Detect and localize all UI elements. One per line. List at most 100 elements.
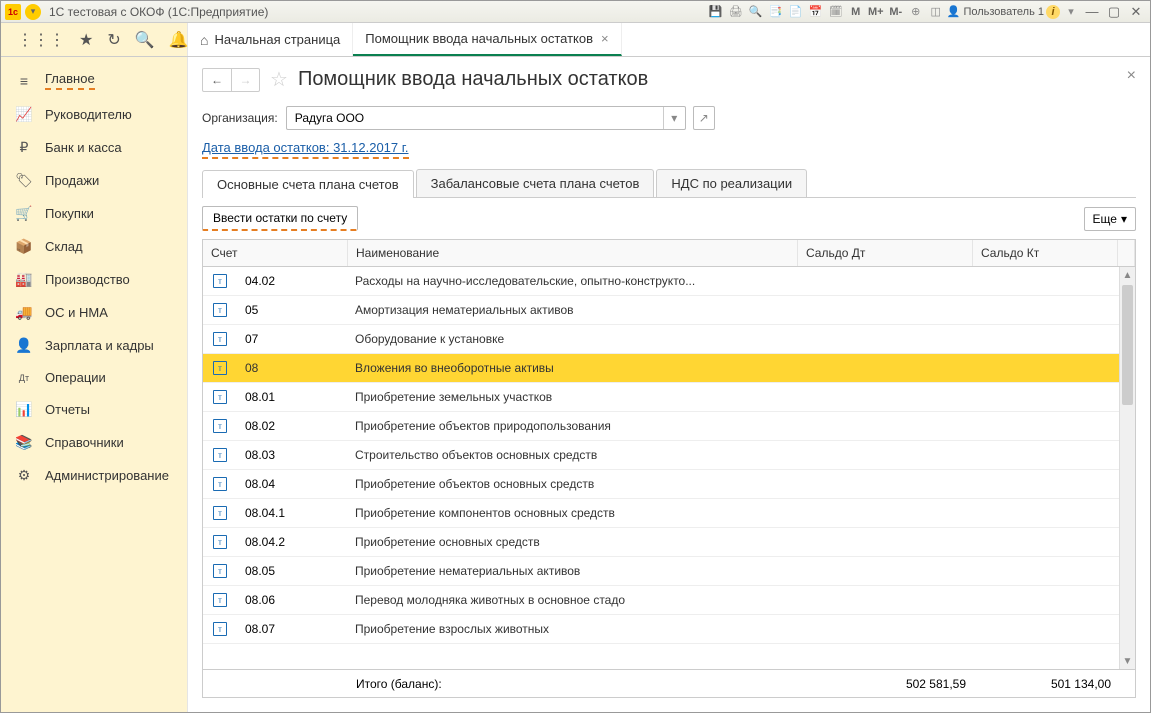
table-row[interactable]: т04.02Расходы на научно-исследовательски… — [203, 267, 1135, 296]
th-saldo-kt[interactable]: Сальдо Кт — [973, 240, 1118, 266]
info-dropdown[interactable]: ▾ — [1062, 4, 1080, 20]
m-minus-button[interactable]: M- — [887, 4, 905, 20]
scroll-up-button[interactable]: ▲ — [1120, 267, 1135, 283]
th-scroll-spacer — [1118, 240, 1135, 266]
quick-access-bar: ⋮⋮⋮ ★ ↻ 🔍 🔔 — [1, 23, 188, 56]
account-icon: т — [213, 622, 227, 636]
table-row[interactable]: т08.04Приобретение объектов основных сре… — [203, 470, 1135, 499]
cell-account: 08.01 — [237, 390, 347, 404]
org-dropdown-button[interactable]: ▾ — [663, 107, 685, 129]
account-icon: т — [213, 332, 227, 346]
th-name[interactable]: Наименование — [348, 240, 798, 266]
enter-balances-button[interactable]: Ввести остатки по счету — [202, 206, 358, 231]
panels-icon[interactable]: ◫ — [927, 4, 945, 20]
favorite-star-icon[interactable]: ☆ — [270, 67, 288, 92]
inner-tab-offbalance[interactable]: Забалансовые счета плана счетов — [416, 169, 655, 197]
scrollbar[interactable]: ▲ ▼ — [1119, 267, 1135, 669]
sidebar-item-warehouse[interactable]: 📦 Склад — [1, 230, 187, 263]
table-row[interactable]: т08.02Приобретение объектов природопольз… — [203, 412, 1135, 441]
sidebar-item-purchases[interactable]: 🛒 Покупки — [1, 197, 187, 230]
table-row[interactable]: т08.01Приобретение земельных участков — [203, 383, 1135, 412]
scroll-thumb[interactable] — [1122, 285, 1133, 405]
table-row[interactable]: т08Вложения во внеоборотные активы — [203, 354, 1135, 383]
sidebar-label: Склад — [45, 239, 83, 254]
table-row[interactable]: т08.05Приобретение нематериальных активо… — [203, 557, 1135, 586]
tab-assistant[interactable]: Помощник ввода начальных остатков × — [353, 23, 621, 56]
compare-icon[interactable]: 📑 — [767, 4, 785, 20]
th-account[interactable]: Счет — [203, 240, 348, 266]
search-icon[interactable]: 🔍 — [135, 30, 155, 50]
tab-close-icon[interactable]: × — [601, 31, 609, 46]
table-row[interactable]: т08.07Приобретение взрослых животных — [203, 615, 1135, 644]
sidebar-label: Администрирование — [45, 468, 169, 483]
table-row[interactable]: т08.04.1Приобретение компонентов основны… — [203, 499, 1135, 528]
sidebar-item-reports[interactable]: 📊 Отчеты — [1, 393, 187, 426]
cell-account: 08.04 — [237, 477, 347, 491]
person-icon: 👤 — [15, 337, 33, 354]
org-select[interactable]: Радуга ООО ▾ — [286, 106, 686, 130]
m-plus-button[interactable]: M+ — [867, 4, 885, 20]
grid-calendar-icon[interactable]: 🗓 — [827, 4, 845, 20]
calendar-icon[interactable]: 📅 — [807, 4, 825, 20]
sidebar-item-admin[interactable]: ⚙ Администрирование — [1, 459, 187, 492]
content-area: × ← → ☆ Помощник ввода начальных остатко… — [188, 57, 1150, 712]
nav-back-button[interactable]: ← — [203, 69, 231, 91]
balance-date-link[interactable]: Дата ввода остатков: 31.12.2017 г. — [202, 140, 409, 159]
minimize-button[interactable]: — — [1082, 4, 1102, 19]
scroll-down-button[interactable]: ▼ — [1120, 653, 1135, 669]
cell-account: 08.03 — [237, 448, 347, 462]
sidebar-label: Продажи — [45, 173, 99, 188]
print-icon[interactable]: 🖨 — [727, 4, 745, 20]
sidebar-item-production[interactable]: 🏭 Производство — [1, 263, 187, 296]
sidebar-label: Операции — [45, 370, 106, 385]
sidebar-item-assets[interactable]: 🚚 ОС и НМА — [1, 296, 187, 329]
account-icon: т — [213, 506, 227, 520]
favorites-icon[interactable]: ★ — [79, 30, 93, 50]
footer-saldo-dt: 502 581,59 — [799, 677, 974, 691]
sidebar-item-main[interactable]: ≡ Главное — [1, 63, 187, 98]
sidebar-item-hr[interactable]: 👤 Зарплата и кадры — [1, 329, 187, 362]
inner-tab-main-accounts[interactable]: Основные счета плана счетов — [202, 170, 414, 198]
close-window-button[interactable]: ✕ — [1126, 4, 1146, 20]
th-saldo-dt[interactable]: Сальдо Дт — [798, 240, 973, 266]
save-icon[interactable]: 💾 — [707, 4, 725, 20]
cell-account: 07 — [237, 332, 347, 346]
cell-name: Оборудование к установке — [347, 332, 799, 346]
truck-icon: 🚚 — [15, 304, 33, 321]
more-button[interactable]: Еще ▾ — [1084, 207, 1136, 231]
apps-icon[interactable]: ⋮⋮⋮ — [17, 30, 65, 50]
preview-icon[interactable]: 🔍 — [747, 4, 765, 20]
history-icon[interactable]: ↻ — [107, 30, 120, 50]
sidebar-item-manager[interactable]: 📈 Руководителю — [1, 98, 187, 131]
org-open-button[interactable]: ↗ — [693, 106, 715, 130]
table-row[interactable]: т08.03Строительство объектов основных ср… — [203, 441, 1135, 470]
info-icon[interactable]: i — [1046, 5, 1060, 19]
notifications-icon[interactable]: 🔔 — [169, 30, 189, 50]
sidebar-item-sales[interactable]: 🏷 Продажи — [1, 164, 187, 197]
reports-icon: 📊 — [15, 401, 33, 418]
inner-tab-vat[interactable]: НДС по реализации — [656, 169, 807, 197]
user-indicator[interactable]: 👤 Пользователь 1 — [947, 5, 1044, 18]
cell-name: Амортизация нематериальных активов — [347, 303, 799, 317]
maximize-button[interactable]: ▢ — [1104, 4, 1124, 20]
table-row[interactable]: т05Амортизация нематериальных активов — [203, 296, 1135, 325]
nav-arrows: ← → — [202, 68, 260, 92]
table-body: т04.02Расходы на научно-исследовательски… — [203, 267, 1135, 669]
cell-name: Приобретение объектов природопользования — [347, 419, 799, 433]
m-button[interactable]: M — [847, 4, 865, 20]
table-row[interactable]: т 07Оборудование к установке — [203, 325, 1135, 354]
tab-home[interactable]: ⌂ Начальная страница — [188, 23, 353, 56]
app-menu-dropdown[interactable]: ▾ — [25, 4, 41, 20]
zoom-icon[interactable]: ⊕ — [907, 4, 925, 20]
menu-icon: ≡ — [15, 73, 33, 89]
table-row[interactable]: т08.06Перевод молодняка животных в основ… — [203, 586, 1135, 615]
sidebar-item-catalogs[interactable]: 📚 Справочники — [1, 426, 187, 459]
logo-1c-icon: 1c — [5, 4, 21, 20]
calc-icon[interactable]: 📄 — [787, 4, 805, 20]
sidebar-item-bank[interactable]: ₽ Банк и касса — [1, 131, 187, 164]
sidebar-item-operations[interactable]: Дт Операции — [1, 362, 187, 393]
table-row[interactable]: т08.04.2Приобретение основных средств — [203, 528, 1135, 557]
account-icon: т — [213, 303, 227, 317]
nav-forward-button[interactable]: → — [231, 69, 259, 91]
close-page-button[interactable]: × — [1127, 67, 1136, 85]
